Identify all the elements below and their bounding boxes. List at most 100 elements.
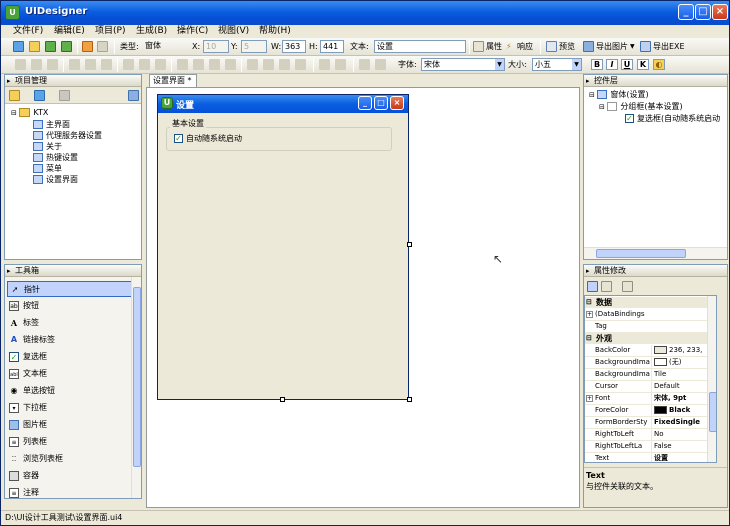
toolbox-item-listbox[interactable]: ≡ 列表框	[7, 434, 133, 450]
toolbox-item-comment[interactable]: ≡ 注释	[7, 485, 133, 501]
minimize-button[interactable]: _	[678, 4, 694, 20]
tab-settings-screen[interactable]: 设置界面 *	[149, 74, 197, 87]
toolbox-item-button[interactable]: ab 按钮	[7, 298, 133, 314]
tree-item-proxy[interactable]: 代理服务器设置	[11, 130, 102, 141]
resize-handle-corner[interactable]	[407, 397, 412, 402]
add-folder-icon[interactable]	[9, 90, 20, 101]
export-exe-button[interactable]: 导出EXE	[653, 41, 685, 52]
prop-righttoleftlayout[interactable]: RightToLeftLa False	[585, 441, 716, 453]
new-project-icon[interactable]	[13, 41, 24, 52]
italic-button[interactable]: I	[606, 59, 618, 70]
size-select[interactable]: 小五 ▼	[532, 58, 582, 71]
resize-handle-right[interactable]	[407, 242, 412, 247]
menu-operate[interactable]: 操作(C)	[177, 25, 208, 38]
control-form[interactable]: ⊟ 窗体(设置)	[589, 89, 720, 101]
prop-tag[interactable]: Tag	[585, 321, 716, 333]
form-minimize-button[interactable]: _	[358, 96, 372, 110]
preview-button[interactable]: 预览	[559, 41, 575, 52]
menu-project[interactable]: 项目(P)	[95, 25, 125, 38]
expand-icon[interactable]: +	[586, 311, 593, 318]
properties-button[interactable]: 属性	[486, 41, 502, 52]
v-spacing-icon[interactable]	[247, 59, 258, 70]
scroll-thumb[interactable]	[709, 392, 716, 432]
scroll-thumb[interactable]	[596, 249, 686, 258]
v-spacing-remove-icon[interactable]	[295, 59, 306, 70]
align-bottom-icon[interactable]	[101, 59, 112, 70]
h-spacing-remove-icon[interactable]	[225, 59, 236, 70]
k-button[interactable]: K	[637, 59, 649, 70]
bring-front-icon[interactable]	[359, 59, 370, 70]
chevron-down-icon[interactable]: ▼	[630, 41, 635, 52]
center-v-icon[interactable]	[335, 59, 346, 70]
categorized-icon[interactable]	[587, 281, 598, 292]
toolbox-item-linklabel[interactable]: A 链接标签	[7, 332, 133, 348]
prop-cursor[interactable]: Cursor Default	[585, 381, 716, 393]
align-left-icon[interactable]	[15, 59, 26, 70]
menu-view[interactable]: 视图(V)	[218, 25, 249, 38]
sort-alpha-icon[interactable]	[601, 281, 612, 292]
collapse-icon[interactable]	[128, 90, 139, 101]
prop-backgroundimage[interactable]: BackgroundIma (无)	[585, 357, 716, 369]
basic-settings-group[interactable]: ✓ 自动随系统启动	[166, 127, 392, 151]
align-middle-icon[interactable]	[85, 59, 96, 70]
toolbox-item-listview[interactable]: ⁚⁚ 浏览列表框	[7, 451, 133, 467]
save-all-icon[interactable]	[61, 41, 72, 52]
h-spacing-icon[interactable]	[177, 59, 188, 70]
property-pages-icon[interactable]	[622, 281, 633, 292]
respond-button[interactable]: 响应	[517, 41, 533, 52]
category-appearance[interactable]: ⊟ 外观	[585, 333, 716, 344]
menu-build[interactable]: 生成(B)	[136, 25, 167, 38]
v-spacing-decrease-icon[interactable]	[279, 59, 290, 70]
form-title-bar[interactable]: U 设置 _ □ ×	[158, 95, 408, 113]
v-spacing-increase-icon[interactable]	[263, 59, 274, 70]
toolbox-item-container[interactable]: 容器	[7, 468, 133, 484]
design-surface[interactable]: U 设置 _ □ × ✓ 自动随系统启动 基本设置 ↖	[146, 87, 580, 508]
prop-formborderstyle[interactable]: FormBorderSty FixedSingle	[585, 417, 716, 429]
undo-icon[interactable]	[82, 41, 93, 52]
delete-icon[interactable]	[59, 90, 70, 101]
prop-righttoleft[interactable]: RightToLeft No	[585, 429, 716, 441]
toolbox-item-label[interactable]: A 标签	[7, 315, 133, 331]
tree-item-settings[interactable]: 设置界面	[11, 174, 102, 185]
open-icon[interactable]	[29, 41, 40, 52]
toolbox-item-radio[interactable]: ◉ 单选按钮	[7, 383, 133, 399]
toolbox-item-textbox[interactable]: abl 文本框	[7, 366, 133, 382]
prop-text[interactable]: Text 设置	[585, 453, 716, 462]
chevron-down-icon[interactable]: ▼	[572, 59, 581, 70]
control-groupbox[interactable]: ⊟ 分组框(基本设置)	[589, 101, 720, 113]
menu-edit[interactable]: 编辑(E)	[54, 25, 85, 38]
bold-button[interactable]: B	[591, 59, 603, 70]
tree-item-menu[interactable]: 菜单	[11, 163, 102, 174]
redo-icon[interactable]	[97, 41, 108, 52]
resize-handle-bottom[interactable]	[280, 397, 285, 402]
form-maximize-button[interactable]: □	[374, 96, 388, 110]
tree-item-main[interactable]: 主界面	[11, 119, 102, 130]
form-close-button[interactable]: ×	[390, 96, 404, 110]
controls-h-scrollbar[interactable]	[584, 247, 727, 259]
color-button[interactable]: ◐	[653, 59, 665, 70]
center-h-icon[interactable]	[319, 59, 330, 70]
w-input[interactable]: 363	[282, 40, 306, 53]
same-size-icon[interactable]	[155, 59, 166, 70]
designed-form[interactable]: U 设置 _ □ × ✓ 自动随系统启动 基本设置	[157, 94, 409, 400]
scroll-thumb[interactable]	[133, 287, 141, 467]
toolbox-item-combobox[interactable]: ▾ 下拉框	[7, 400, 133, 416]
h-spacing-increase-icon[interactable]	[193, 59, 204, 70]
same-width-icon[interactable]	[123, 59, 134, 70]
h-input[interactable]: 441	[320, 40, 344, 53]
menu-help[interactable]: 帮助(H)	[259, 25, 291, 38]
send-back-icon[interactable]	[375, 59, 386, 70]
font-select[interactable]: 宋体 ▼	[421, 58, 505, 71]
h-spacing-decrease-icon[interactable]	[209, 59, 220, 70]
toolbox-item-checkbox[interactable]: ✓ 复选框	[7, 349, 133, 365]
underline-button[interactable]: U	[621, 59, 633, 70]
align-top-icon[interactable]	[69, 59, 80, 70]
tree-item-hotkey[interactable]: 热键设置	[11, 152, 102, 163]
prop-backgroundimagelayout[interactable]: BackgroundIma Tile	[585, 369, 716, 381]
text-input[interactable]: 设置	[374, 40, 466, 53]
prop-font[interactable]: + Font 宋体, 9pt	[585, 393, 716, 405]
x-input[interactable]: 10	[203, 40, 229, 53]
toolbox-item-picturebox[interactable]: 图片框	[7, 417, 133, 433]
toolbox-scrollbar[interactable]	[131, 277, 141, 498]
prop-databindings[interactable]: + (DataBindings	[585, 309, 716, 321]
